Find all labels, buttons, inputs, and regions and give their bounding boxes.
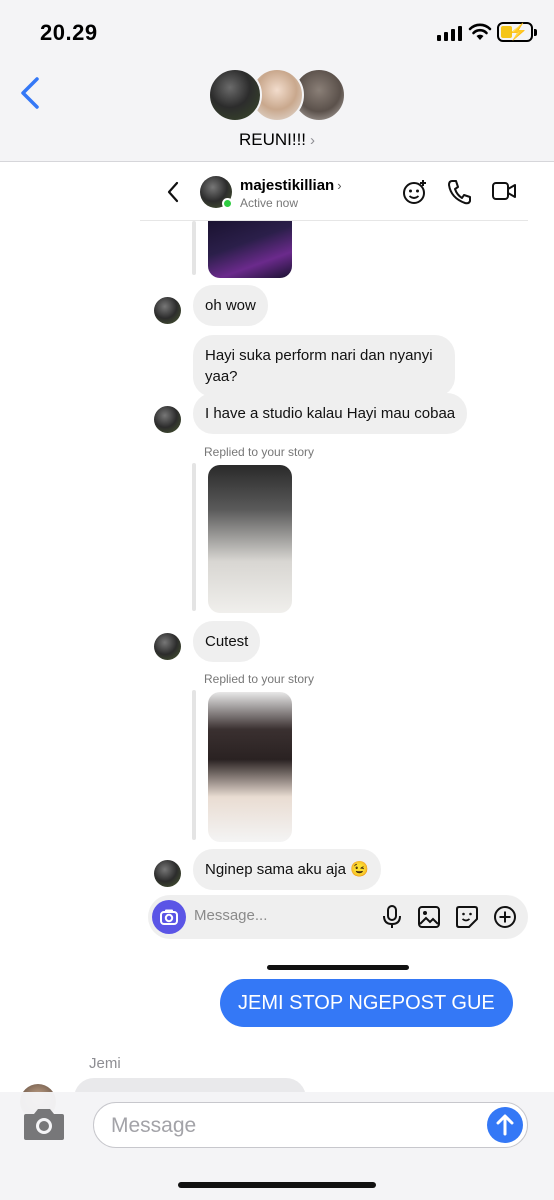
cellular-signal-icon — [437, 25, 462, 41]
story-thumbnail — [208, 221, 292, 278]
phone-icon — [448, 180, 471, 205]
story-thumbnail — [208, 692, 292, 842]
add-circle-icon — [494, 906, 516, 928]
arrow-up-icon — [496, 1114, 514, 1136]
video-effects-icon — [403, 180, 426, 204]
charging-bolt-icon: ⚡ — [508, 24, 528, 41]
compose-bar: Message — [0, 1092, 554, 1200]
sent-message-bubble[interactable]: JEMI STOP NGEPOST GUE — [220, 979, 513, 1027]
sender-avatar — [154, 633, 181, 660]
message-input[interactable]: Message — [93, 1102, 528, 1148]
video-camera-icon — [492, 182, 516, 200]
group-name-button[interactable]: REUNI!!! › — [0, 130, 554, 150]
ig-message-input: Message... — [148, 895, 528, 939]
reply-quote-line — [192, 221, 196, 275]
reply-quote-line — [192, 690, 196, 840]
status-time: 20.29 — [40, 20, 98, 45]
sender-name: Jemi — [89, 1055, 121, 1072]
ig-message-bubble: Nginep sama aku aja 😉 — [193, 849, 381, 890]
ig-message-bubble: oh wow — [193, 285, 268, 326]
ig-active-status: Active now — [240, 196, 299, 210]
group-avatar — [208, 68, 262, 122]
sender-avatar — [154, 297, 181, 324]
group-avatars[interactable] — [208, 68, 348, 124]
conversation-header: REUNI!!! › — [0, 64, 554, 162]
group-name: REUNI!!! — [238, 130, 307, 149]
sender-avatar — [154, 406, 181, 433]
replied-to-story-label: Replied to your story — [204, 672, 315, 686]
back-chevron-icon — [167, 181, 179, 203]
embedded-home-indicator — [267, 965, 409, 970]
chevron-right-icon: › — [310, 132, 316, 149]
story-thumbnail — [208, 465, 292, 613]
wifi-icon — [468, 23, 492, 40]
battery-icon: ⚡ — [497, 22, 537, 42]
camera-icon — [152, 900, 186, 934]
shared-screenshot[interactable]: majestikillian › Active now oh wow Hayi s… — [140, 163, 554, 948]
ig-chat-header: majestikillian › Active now — [140, 163, 528, 221]
gallery-icon — [418, 906, 440, 928]
chevron-right-icon: › — [337, 178, 342, 193]
back-chevron-icon[interactable] — [18, 76, 42, 110]
home-indicator — [178, 1182, 376, 1188]
camera-icon[interactable] — [22, 1106, 66, 1142]
ig-message-bubble: Hayi suka perform nari dan nyanyi yaa? — [193, 335, 455, 397]
ig-username: majestikillian › — [240, 177, 342, 194]
reply-quote-line — [192, 463, 196, 611]
ig-input-placeholder: Message... — [194, 907, 268, 924]
message-placeholder: Message — [111, 1114, 197, 1137]
ig-message-bubble: I have a studio kalau Hayi mau cobaa — [193, 393, 468, 434]
ig-message-bubble: Cutest — [193, 621, 261, 662]
sticker-icon — [456, 906, 478, 928]
sender-avatar — [154, 860, 181, 887]
microphone-icon — [383, 905, 401, 928]
status-bar: 20.29 ⚡ — [0, 0, 554, 64]
replied-to-story-label: Replied to your story — [204, 445, 315, 459]
send-button[interactable] — [487, 1107, 523, 1143]
online-indicator — [222, 198, 233, 209]
